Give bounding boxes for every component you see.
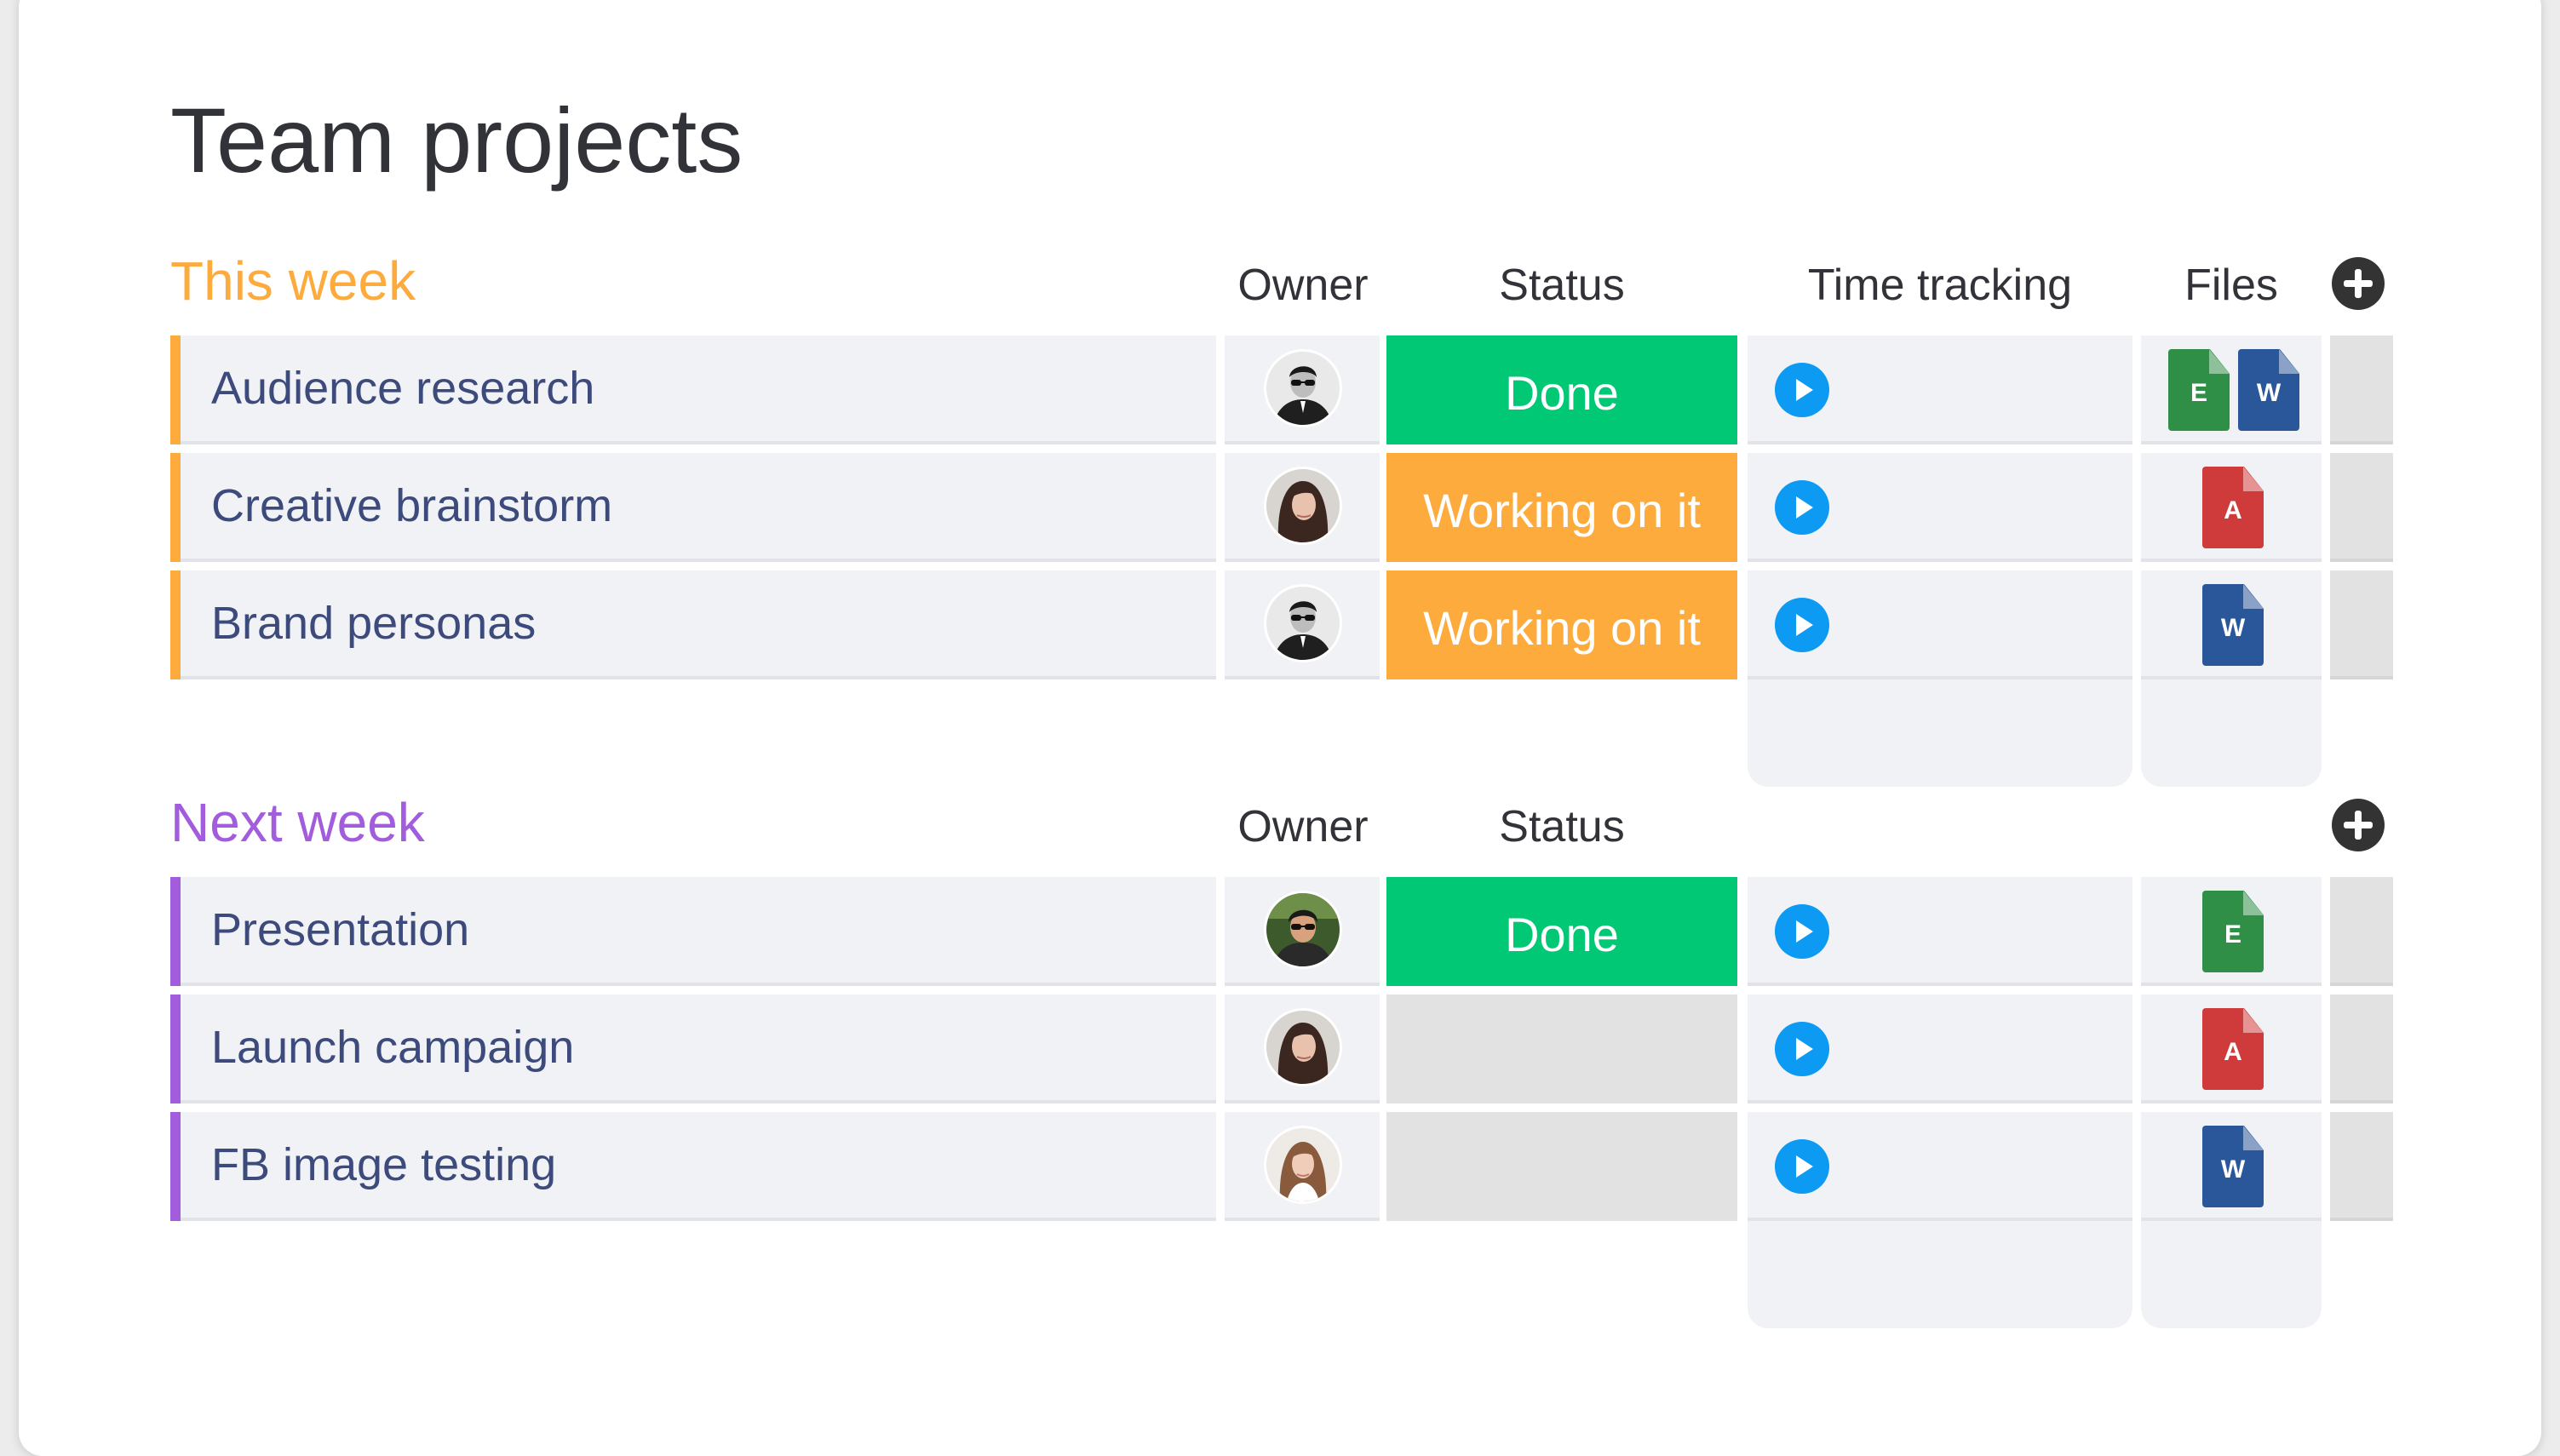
extra-cell bbox=[2330, 995, 2393, 1103]
item-name: Creative brainstorm bbox=[211, 480, 613, 531]
status-cell[interactable]: Working on it bbox=[1386, 453, 1737, 562]
table-row: Brand personas Working on it W bbox=[0, 570, 2560, 679]
column-header-status[interactable]: Status bbox=[1386, 797, 1737, 857]
files-cell: W bbox=[2141, 1112, 2322, 1221]
play-icon[interactable] bbox=[1775, 598, 1829, 652]
play-icon[interactable] bbox=[1775, 1139, 1829, 1194]
extra-cell bbox=[2330, 453, 2393, 562]
table-row: Launch campaign A bbox=[0, 995, 2560, 1103]
time-tracking-cell bbox=[1748, 995, 2132, 1103]
column-header-status[interactable]: Status bbox=[1386, 255, 1737, 315]
group-color-bar bbox=[170, 1112, 181, 1221]
status-cell[interactable] bbox=[1386, 1112, 1737, 1221]
item-name-cell[interactable]: Presentation bbox=[170, 877, 1216, 986]
item-name-cell[interactable]: Audience research bbox=[170, 335, 1216, 444]
status-cell[interactable] bbox=[1386, 995, 1737, 1103]
avatar bbox=[1264, 891, 1342, 969]
files-footer bbox=[2141, 679, 2322, 787]
files-cell: A bbox=[2141, 453, 2322, 562]
column-header-owner[interactable]: Owner bbox=[1226, 797, 1380, 857]
column-header-files[interactable]: Files bbox=[2141, 255, 2322, 315]
group-color-bar bbox=[170, 453, 181, 562]
owner-cell[interactable] bbox=[1225, 877, 1380, 986]
time-tracking-cell bbox=[1748, 453, 2132, 562]
files-footer bbox=[2141, 1221, 2322, 1328]
table-row: FB image testing W bbox=[0, 1112, 2560, 1221]
group-color-bar bbox=[170, 570, 181, 679]
group-title-this-week[interactable]: This week bbox=[170, 247, 416, 315]
group-title-next-week[interactable]: Next week bbox=[170, 788, 425, 857]
page-title: Team projects bbox=[170, 89, 743, 192]
extra-cell bbox=[2330, 877, 2393, 986]
item-name: Audience research bbox=[211, 363, 595, 414]
time-tracking-footer bbox=[1748, 679, 2132, 787]
extra-cell bbox=[2330, 1112, 2393, 1221]
play-icon[interactable] bbox=[1775, 1022, 1829, 1076]
add-column-button[interactable] bbox=[2332, 799, 2385, 851]
avatar bbox=[1264, 584, 1342, 662]
extra-cell bbox=[2330, 335, 2393, 444]
group-color-bar bbox=[170, 877, 181, 986]
word-file-icon[interactable]: W bbox=[2202, 584, 2264, 666]
pdf-file-icon[interactable]: A bbox=[2202, 1008, 2264, 1090]
column-header-owner[interactable]: Owner bbox=[1226, 255, 1380, 315]
files-cell: E bbox=[2141, 877, 2322, 986]
item-name-cell[interactable]: Launch campaign bbox=[170, 995, 1216, 1103]
time-tracking-cell bbox=[1748, 877, 2132, 986]
avatar bbox=[1264, 1126, 1342, 1204]
item-name-cell[interactable]: Creative brainstorm bbox=[170, 453, 1216, 562]
item-name: Launch campaign bbox=[211, 1022, 575, 1073]
table-row: Creative brainstorm Working on it A bbox=[0, 453, 2560, 562]
avatar bbox=[1264, 349, 1342, 427]
table-row: Audience research Done E W bbox=[0, 335, 2560, 444]
item-name-cell[interactable]: Brand personas bbox=[170, 570, 1216, 679]
item-name: Presentation bbox=[211, 904, 470, 955]
owner-cell[interactable] bbox=[1225, 1112, 1380, 1221]
word-file-icon[interactable]: W bbox=[2238, 349, 2299, 431]
play-icon[interactable] bbox=[1775, 480, 1829, 535]
files-cell: W bbox=[2141, 570, 2322, 679]
owner-cell[interactable] bbox=[1225, 570, 1380, 679]
owner-cell[interactable] bbox=[1225, 995, 1380, 1103]
group-color-bar bbox=[170, 995, 181, 1103]
group-color-bar bbox=[170, 335, 181, 444]
extra-cell bbox=[2330, 570, 2393, 679]
pdf-file-icon[interactable]: A bbox=[2202, 467, 2264, 548]
item-name: Brand personas bbox=[211, 598, 537, 649]
excel-file-icon[interactable]: E bbox=[2168, 349, 2230, 431]
table-row: Presentation Done E bbox=[0, 877, 2560, 986]
status-cell[interactable]: Done bbox=[1386, 335, 1737, 444]
time-tracking-footer bbox=[1748, 1221, 2132, 1328]
play-icon[interactable] bbox=[1775, 363, 1829, 417]
time-tracking-cell bbox=[1748, 335, 2132, 444]
files-cell: A bbox=[2141, 995, 2322, 1103]
add-column-button[interactable] bbox=[2332, 257, 2385, 310]
word-file-icon[interactable]: W bbox=[2202, 1126, 2264, 1207]
status-cell[interactable]: Done bbox=[1386, 877, 1737, 986]
owner-cell[interactable] bbox=[1225, 453, 1380, 562]
excel-file-icon[interactable]: E bbox=[2202, 891, 2264, 972]
avatar bbox=[1264, 1008, 1342, 1086]
play-icon[interactable] bbox=[1775, 904, 1829, 959]
owner-cell[interactable] bbox=[1225, 335, 1380, 444]
status-cell[interactable]: Working on it bbox=[1386, 570, 1737, 679]
time-tracking-cell bbox=[1748, 1112, 2132, 1221]
files-cell: E W bbox=[2141, 335, 2322, 444]
avatar bbox=[1264, 467, 1342, 545]
time-tracking-cell bbox=[1748, 570, 2132, 679]
item-name: FB image testing bbox=[211, 1139, 557, 1190]
item-name-cell[interactable]: FB image testing bbox=[170, 1112, 1216, 1221]
column-header-time-tracking[interactable]: Time tracking bbox=[1748, 255, 2132, 315]
